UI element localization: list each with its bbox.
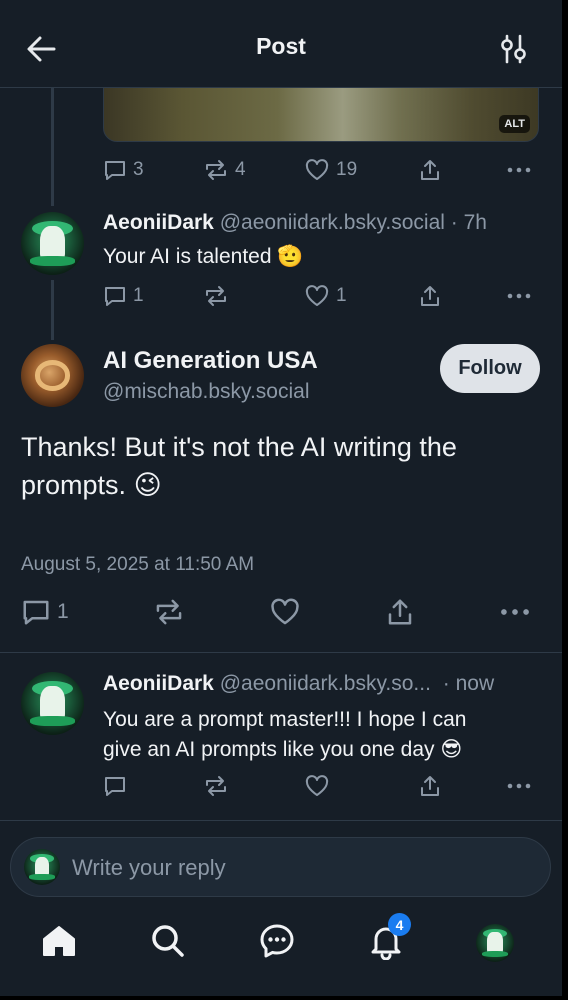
main-post-actions: 1 [21,597,541,627]
comment-icon [103,158,127,182]
author-handle[interactable]: @aeoniidark.bsky.social [220,211,445,234]
comment-icon [103,284,127,308]
repost-icon [203,158,229,182]
divider [0,652,562,653]
like-button[interactable] [304,774,330,798]
repost-icon [203,284,229,308]
heart-icon [304,158,330,182]
reply-text: You are a prompt master!!! I hope I can … [103,708,467,761]
more-icon [506,774,532,798]
parent-post-actions: 3 4 19 [103,158,539,188]
post-timestamp: August 5, 2025 at 11:50 AM [21,554,255,575]
like-button[interactable] [269,597,301,627]
repost-button[interactable] [203,774,229,798]
settings-sliders-icon[interactable] [498,32,530,66]
post-time: · now [442,672,495,695]
reply-input[interactable]: Write your reply [72,855,226,881]
more-button[interactable] [506,774,532,798]
repost-button[interactable] [203,284,229,308]
share-button[interactable] [418,774,442,798]
author-name[interactable]: AeoniiDark [103,211,214,234]
like-count: 1 [336,285,347,306]
tab-home[interactable] [37,921,81,965]
repost-count: 4 [235,159,246,180]
repost-button[interactable]: 4 [203,158,246,182]
reply-composer[interactable]: Write your reply [10,837,551,897]
thread-line [51,280,54,340]
share-icon [418,158,442,182]
reply2-actions [103,774,539,804]
reply1-actions: 1 1 [103,284,539,314]
share-button[interactable] [418,158,442,182]
reply-button[interactable]: 3 [103,158,144,182]
more-icon [506,158,532,182]
like-button[interactable]: 1 [304,284,347,308]
alt-badge[interactable]: ALT [499,115,530,133]
heart-icon [304,774,330,798]
reply-author-line: AeoniiDark @aeoniidark.bsky.so... · now [103,672,494,696]
more-button[interactable] [506,284,532,308]
bottom-tab-bar [0,905,562,996]
reply-text: Your AI is talented 🫡 [103,245,304,268]
avatar [24,849,60,885]
tab-search[interactable] [146,921,190,965]
chat-icon [258,922,296,965]
comment-icon [103,774,127,798]
divider [0,585,562,586]
follow-button[interactable]: Follow [440,344,540,393]
header: Post [0,0,562,88]
repost-icon [153,597,185,627]
share-icon [385,597,415,627]
avatar [476,924,514,962]
reply-count: 3 [133,159,144,180]
sunglasses-emoji: 😎 [440,738,463,761]
page-title: Post [256,33,306,59]
search-icon [149,922,187,965]
heart-icon [269,597,301,627]
reply-count: 1 [133,285,144,306]
heart-icon [304,284,330,308]
reply-author-line: AeoniiDark @aeoniidark.bsky.social · 7h [103,211,487,235]
avatar[interactable] [21,344,84,407]
more-icon [499,597,531,627]
avatar[interactable] [21,672,84,735]
winking-emoji: 😉 [133,470,162,500]
repost-button[interactable] [153,597,185,627]
author-name[interactable]: AeoniiDark [103,672,214,695]
thread-line [51,88,54,206]
reply-count: 1 [57,600,69,623]
like-count: 19 [336,159,358,180]
saluting-emoji: 🫡 [277,245,304,268]
tab-profile[interactable] [473,921,517,965]
tab-chat[interactable] [255,921,299,965]
author-handle[interactable]: @aeoniidark.bsky.so... [220,672,431,695]
avatar[interactable] [21,212,84,275]
share-icon [418,284,442,308]
reply-button[interactable] [103,774,127,798]
app: Post ALT 3 4 19 AeoniiDark @aeoniidark.b… [0,0,562,996]
more-icon [506,284,532,308]
comment-icon [21,597,51,627]
author-name[interactable]: AI Generation USA [103,347,318,375]
share-icon [418,774,442,798]
divider [0,820,562,821]
reply-button[interactable]: 1 [103,284,144,308]
more-button[interactable] [506,158,532,182]
notifications-badge: 4 [388,913,411,936]
more-button[interactable] [499,597,531,627]
repost-icon [203,774,229,798]
reply-button[interactable]: 1 [21,597,69,627]
like-button[interactable]: 19 [304,158,357,182]
share-button[interactable] [385,597,415,627]
post-time: · 7h [450,211,487,234]
post-text: Thanks! But it's not the AI writing the … [21,432,457,500]
home-icon [40,922,78,965]
share-button[interactable] [418,284,442,308]
author-handle[interactable]: @mischab.bsky.social [103,380,310,404]
